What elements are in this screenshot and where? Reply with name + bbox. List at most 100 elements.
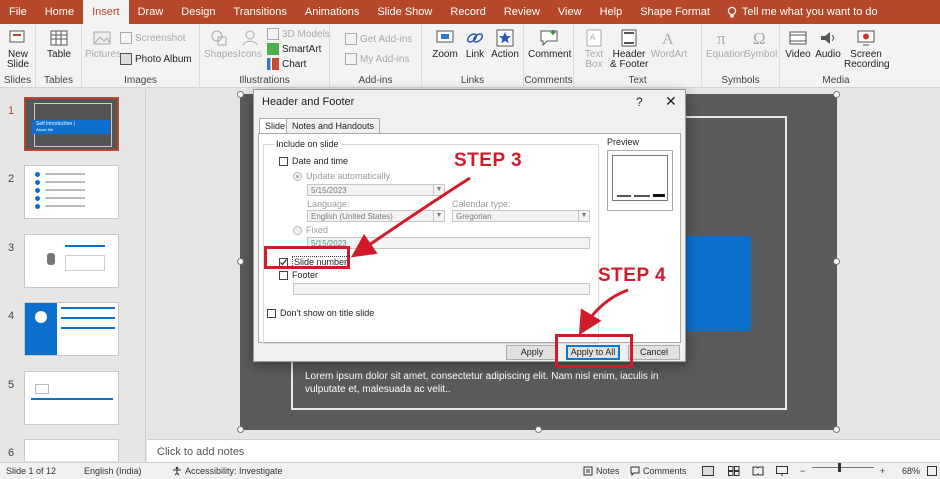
notes-pane[interactable]: Click to add notes <box>147 439 940 462</box>
comments-toggle[interactable]: Comments <box>630 466 687 476</box>
footer-text-input[interactable] <box>293 283 590 295</box>
zoom-out-button[interactable]: − <box>800 466 805 476</box>
group-label-links: Links <box>460 75 485 86</box>
action-button[interactable]: Action <box>490 28 520 60</box>
header-footer-dialog: Header and Footer ? ✕ Slide Notes and Ha… <box>253 89 686 362</box>
resize-handle[interactable] <box>833 258 840 265</box>
zoom-in-button[interactable]: + <box>880 466 885 476</box>
calendar-type-select[interactable]: Gregorian ▼ <box>452 210 590 222</box>
tab-help[interactable]: Help <box>591 0 632 24</box>
tab-design[interactable]: Design <box>172 0 224 24</box>
3d-models-button[interactable]: 3D Models <box>267 28 330 40</box>
update-automatically-radio[interactable]: Update automatically <box>293 171 390 181</box>
pictures-button[interactable]: Pictures <box>85 28 121 60</box>
language-select[interactable]: English (United States) ▼ <box>307 210 445 222</box>
accessibility-status[interactable]: Accessibility: Investigate <box>172 466 283 476</box>
group-label-tables: Tables <box>44 75 73 86</box>
my-addins-button[interactable]: My Add-ins <box>345 53 409 65</box>
tell-me-search[interactable]: Tell me what you want to do <box>727 6 878 19</box>
help-button[interactable]: ? <box>636 95 643 109</box>
text-box-button[interactable]: A Text Box <box>580 28 608 70</box>
wordart-button[interactable]: A WordArt <box>650 28 688 60</box>
fixed-radio[interactable]: Fixed <box>293 225 328 235</box>
chart-button[interactable]: Chart <box>267 58 306 70</box>
audio-button[interactable]: Audio <box>814 28 842 60</box>
thumbnail-image <box>24 165 119 219</box>
tab-file[interactable]: File <box>0 0 36 24</box>
apply-to-all-button[interactable]: Apply to All <box>566 345 620 360</box>
icons-button[interactable]: Icons <box>236 28 264 60</box>
slide-thumbnail-4[interactable]: 4 <box>0 302 146 362</box>
close-icon[interactable]: ✕ <box>665 93 677 110</box>
slideshow-button[interactable] <box>776 466 788 476</box>
zoom-slider[interactable] <box>812 463 874 472</box>
comment-small-icon <box>630 466 640 476</box>
date-format-select[interactable]: 5/15/2023 ▼ <box>307 184 445 196</box>
header-footer-button[interactable]: Header & Footer <box>610 28 648 70</box>
cancel-button[interactable]: Cancel <box>628 345 680 360</box>
resize-handle[interactable] <box>237 426 244 433</box>
tab-review[interactable]: Review <box>495 0 549 24</box>
smartart-icon <box>267 43 279 55</box>
equation-button[interactable]: π Equation <box>706 28 745 60</box>
tab-notes-handouts[interactable]: Notes and Handouts <box>286 118 381 133</box>
notes-toggle[interactable]: Notes <box>583 466 620 476</box>
screenshot-button[interactable]: Screenshot <box>120 32 186 44</box>
tab-animations[interactable]: Animations <box>296 0 368 24</box>
fixed-date-input[interactable]: 5/15/2023 <box>307 237 590 249</box>
thumbnail-number: 4 <box>8 310 15 322</box>
footer-checkbox[interactable]: Footer <box>279 270 318 280</box>
date-time-checkbox[interactable]: Date and time <box>279 156 348 166</box>
tab-home[interactable]: Home <box>36 0 83 24</box>
link-button[interactable]: Link <box>462 28 488 60</box>
group-label-symbols: Symbols <box>721 75 760 86</box>
addin-icon <box>345 53 357 65</box>
language-status[interactable]: English (India) <box>84 466 142 476</box>
tab-record[interactable]: Record <box>441 0 494 24</box>
dont-show-title-slide-checkbox[interactable]: Don't show on title slide <box>267 308 374 318</box>
video-button[interactable]: Video <box>784 28 812 60</box>
get-addins-button[interactable]: Get Add-ins <box>345 33 412 45</box>
normal-view-button[interactable] <box>702 466 714 476</box>
resize-handle[interactable] <box>237 91 244 98</box>
table-button[interactable]: Table <box>45 28 73 60</box>
slide-thumbnail-1[interactable]: 1 Self Introduction | About Me <box>0 97 146 157</box>
tab-view[interactable]: View <box>549 0 591 24</box>
resize-handle[interactable] <box>833 91 840 98</box>
svg-text:π: π <box>717 29 726 48</box>
zoom-level[interactable]: 68% <box>902 466 920 476</box>
slide-thumbnail-2[interactable]: 2 <box>0 165 146 225</box>
tab-transitions[interactable]: Transitions <box>225 0 296 24</box>
resize-handle[interactable] <box>535 426 542 433</box>
slide-sorter-button[interactable] <box>728 466 740 476</box>
apply-button[interactable]: Apply <box>506 345 558 360</box>
slide-thumbnail-5[interactable]: 5 <box>0 371 146 431</box>
reading-view-button[interactable] <box>752 466 764 476</box>
slide-thumbnail-6[interactable]: 6 <box>0 439 146 461</box>
new-slide-button[interactable]: New Slide <box>4 28 32 70</box>
cube-icon <box>267 28 279 40</box>
zoom-button[interactable]: Zoom <box>430 28 460 60</box>
comment-button[interactable]: Comment <box>528 28 571 60</box>
smartart-button[interactable]: SmartArt <box>267 43 321 55</box>
icons-icon <box>242 30 258 46</box>
fit-slide-button[interactable] <box>927 466 937 476</box>
photo-album-button[interactable]: Photo Album <box>120 53 192 65</box>
slide-title-box[interactable] <box>685 236 751 331</box>
tab-draw[interactable]: Draw <box>129 0 173 24</box>
screen-recording-button[interactable]: Screen Recording <box>844 28 890 70</box>
slide-thumbnail-3[interactable]: 3 <box>0 234 146 294</box>
checkbox-box <box>279 257 288 267</box>
slide-body-text[interactable]: Lorem ipsum dolor sit amet, consectetur … <box>305 370 695 396</box>
symbol-button[interactable]: Ω Symbol <box>744 28 777 60</box>
resize-handle[interactable] <box>237 258 244 265</box>
fit-slide-icon <box>927 466 937 476</box>
tab-insert[interactable]: Insert <box>83 0 129 24</box>
resize-handle[interactable] <box>833 426 840 433</box>
shapes-button[interactable]: Shapes <box>204 28 238 60</box>
tab-slide-show[interactable]: Slide Show <box>368 0 441 24</box>
slide-number-checkbox[interactable]: Slide number <box>279 256 350 268</box>
preview-footer-placeholder <box>634 195 650 197</box>
video-icon <box>789 31 807 45</box>
tab-shape-format[interactable]: Shape Format <box>631 0 719 24</box>
